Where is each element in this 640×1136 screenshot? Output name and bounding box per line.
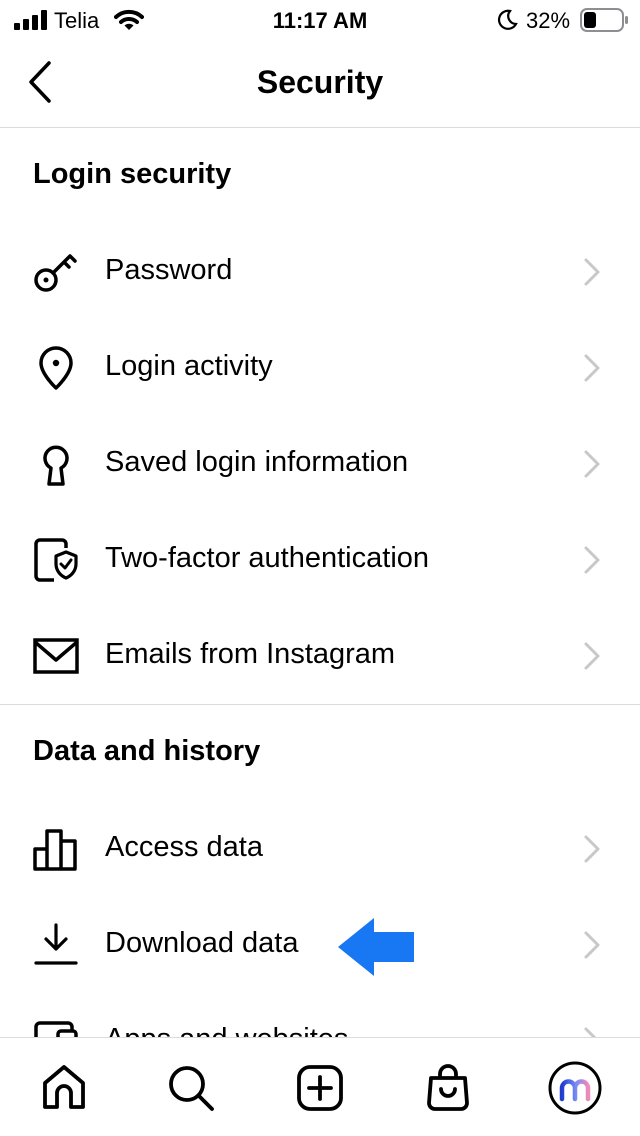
chevron-right-icon [584,931,600,959]
chevron-right-icon [584,450,600,478]
arrow-left-icon [338,918,414,976]
moon-icon [498,9,518,30]
menu-item-label: Download data [105,927,299,959]
bottom-tab-bar [0,1037,640,1136]
download-icon [32,923,80,967]
menu-item-access-data[interactable]: Access data [0,801,640,897]
chevron-right-icon [584,546,600,574]
battery-percent: 32% [526,8,571,33]
chevron-right-icon [584,354,600,382]
menu-item-download-data[interactable]: Download data [0,897,640,993]
envelope-icon [32,634,80,678]
phone-shield-icon [32,538,80,582]
keyhole-icon [32,442,80,486]
menu-item-two-factor-authentication[interactable]: Two-factor authentication [0,512,640,608]
chevron-right-icon [584,642,600,670]
menu-item-label: Login activity [105,350,273,382]
chevron-right-icon [584,258,600,286]
create-icon [297,1065,343,1111]
nav-header: Security [0,40,640,128]
section-title-data-and-history: Data and history [33,735,261,767]
tab-home[interactable] [36,1060,92,1116]
shop-icon [427,1064,469,1111]
key-icon [32,250,80,294]
tab-create[interactable] [292,1060,348,1116]
section-divider [0,704,640,705]
chevron-right-icon [584,835,600,863]
menu-item-label: Saved login information [105,446,409,478]
menu-item-saved-login-information[interactable]: Saved login information [0,416,640,512]
bar-chart-icon [32,827,80,871]
tab-search[interactable] [163,1060,219,1116]
menu-item-password[interactable]: Password [0,224,640,320]
battery-icon [580,8,628,32]
home-icon [43,1065,85,1109]
tab-profile[interactable] [547,1060,603,1116]
menu-item-label: Emails from Instagram [105,638,396,670]
page-title: Security [256,64,384,100]
tab-shop[interactable] [420,1060,476,1116]
status-bar: Telia 11:17 AM 32% [0,0,640,40]
menu-item-label: Password [105,254,233,286]
menu-item-emails-from-instagram[interactable]: Emails from Instagram [0,608,640,704]
menu-item-label: Access data [105,831,263,863]
menu-item-label: Two-factor authentication [105,542,430,574]
search-icon [169,1066,214,1111]
location-pin-icon [32,346,80,390]
section-title-login-security: Login security [33,158,232,190]
menu-item-login-activity[interactable]: Login activity [0,320,640,416]
profile-avatar [548,1061,602,1115]
